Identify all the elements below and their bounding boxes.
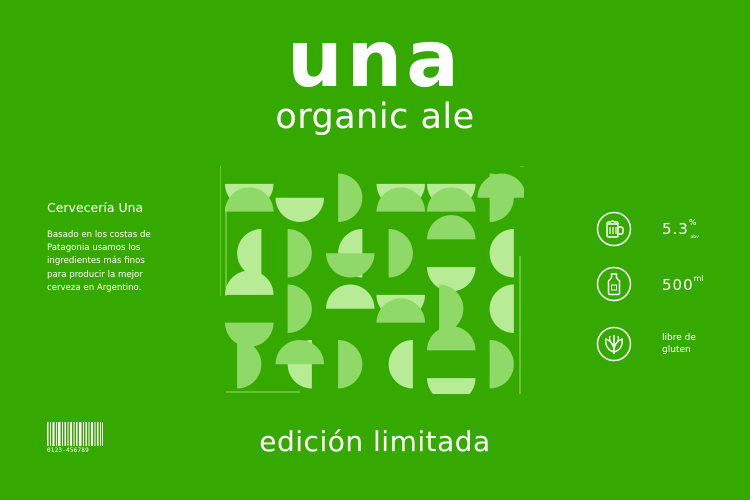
- brand-logo: una: [287, 15, 463, 105]
- half-circle-pattern: [220, 166, 524, 394]
- abv-value: 5.3: [662, 220, 689, 238]
- abv-label: abv: [690, 235, 699, 240]
- pattern-half-circle: [225, 270, 274, 295]
- spec-abv: 5.3% abv: [596, 211, 726, 247]
- pattern-half-circle: [326, 284, 375, 309]
- pattern-half-circle: [287, 284, 312, 333]
- gluten-line-2: gluten: [662, 345, 691, 355]
- pattern-half-circle: [489, 340, 514, 389]
- pattern-half-circle: [275, 340, 324, 365]
- pattern-half-circle: [427, 326, 476, 351]
- brewery-info: Cervecería Una Basado en los costas de P…: [47, 200, 162, 295]
- pattern-half-circle: [287, 229, 312, 278]
- abv-unit: %: [688, 218, 697, 227]
- wheat-icon: [596, 326, 632, 362]
- pattern-half-circle: [237, 340, 262, 389]
- pattern-half-circle: [275, 197, 324, 222]
- edition-label: edición limitada: [259, 425, 491, 458]
- brand-header: una organic ale: [0, 15, 750, 137]
- pattern-half-circle: [338, 340, 363, 389]
- pattern-half-circle: [477, 173, 524, 198]
- pattern-half-circle: [225, 322, 274, 347]
- volume-value-group: 500ml: [662, 274, 704, 294]
- pattern-half-circle: [427, 215, 476, 240]
- pattern-half-circle: [388, 229, 413, 278]
- gluten-line-1: libre de: [662, 333, 696, 343]
- pattern-half-circle: [388, 340, 413, 389]
- brand-subtitle: organic ale: [275, 97, 475, 137]
- bottle-icon: [596, 266, 632, 302]
- pattern-half-circle: [427, 267, 476, 292]
- pattern-half-circle: [338, 173, 363, 222]
- volume-unit: ml: [693, 274, 704, 283]
- volume-value: 500: [662, 276, 694, 294]
- pattern-half-circle: [439, 284, 464, 333]
- spec-gluten: libre de gluten: [596, 326, 726, 362]
- pattern-half-circle: [489, 284, 514, 333]
- pattern-half-circle: [427, 378, 476, 394]
- gluten-label: libre de gluten: [662, 332, 696, 356]
- beer-mug-icon: [596, 211, 632, 247]
- abv-value-group: 5.3% abv: [662, 218, 699, 240]
- pattern-half-circle: [326, 253, 375, 278]
- spec-volume: 500ml: [596, 266, 726, 302]
- brewery-name: Cervecería Una: [47, 200, 144, 215]
- pattern-half-circle: [237, 229, 262, 278]
- brewery-description: Basado en los costas de Patagonia usamos…: [47, 230, 151, 293]
- pattern-half-circle: [489, 229, 514, 278]
